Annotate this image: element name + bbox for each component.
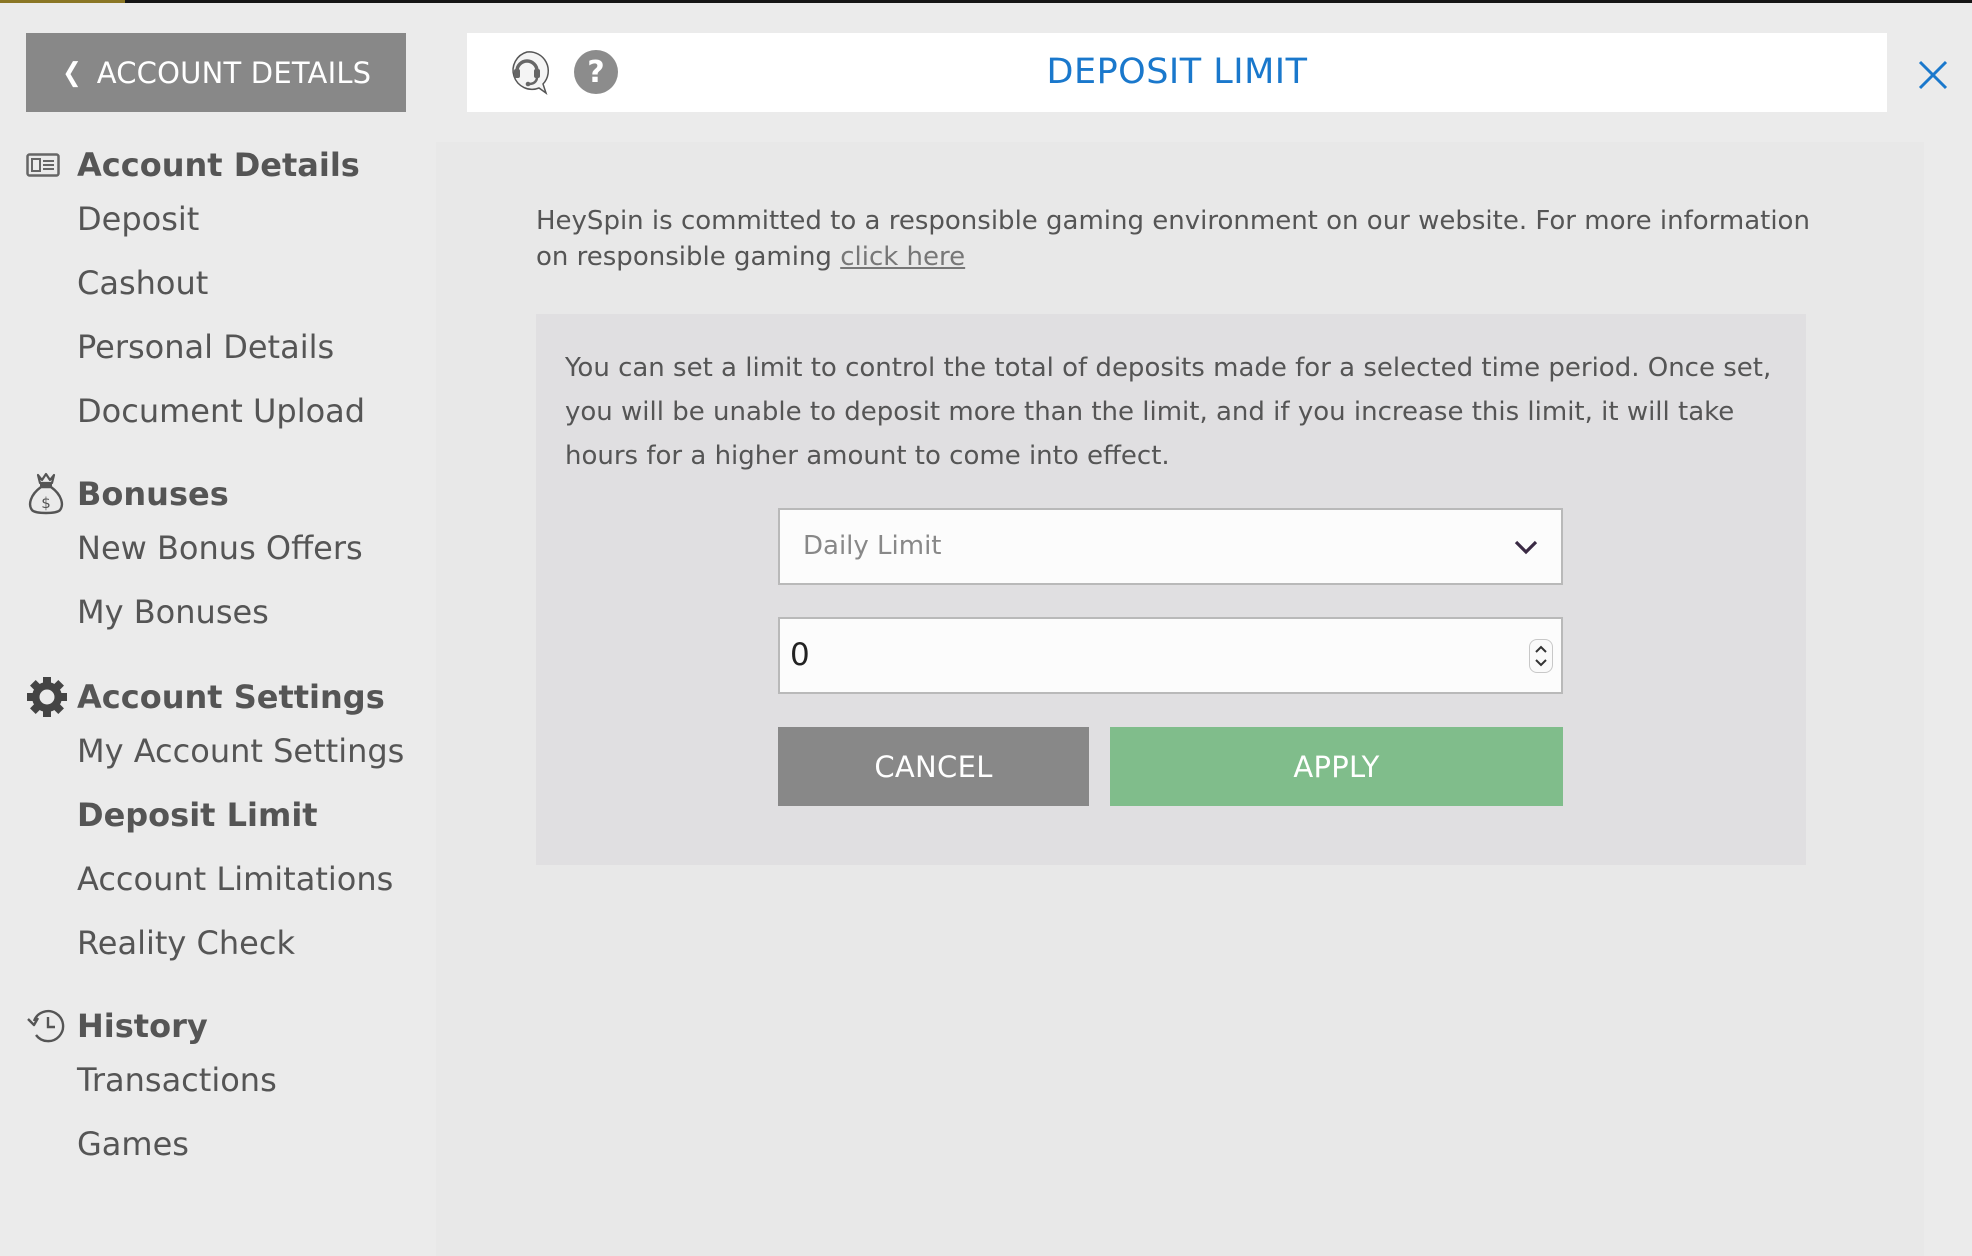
- click-here-link[interactable]: click here: [840, 242, 965, 272]
- support-headset-icon[interactable]: [505, 49, 551, 95]
- sidebar-heading: History: [77, 1007, 208, 1045]
- sidebar-item-cashout[interactable]: Cashout: [77, 260, 208, 306]
- close-icon[interactable]: [1912, 54, 1952, 94]
- sidebar-item-my-bonuses[interactable]: My Bonuses: [77, 589, 269, 635]
- sidebar-section-account-settings[interactable]: Account Settings: [26, 674, 385, 720]
- intro-text: HeySpin is committed to a responsible ga…: [536, 206, 1810, 272]
- svg-text:$: $: [41, 494, 51, 512]
- sidebar-item-deposit-limit[interactable]: Deposit Limit: [77, 792, 318, 838]
- money-bag-icon: $: [26, 471, 76, 517]
- limit-period-select[interactable]: Daily Limit: [778, 508, 1563, 585]
- back-to-account-details-button[interactable]: ❮ ACCOUNT DETAILS: [26, 33, 406, 112]
- sidebar-heading: Account Details: [77, 146, 360, 184]
- id-card-icon: [26, 142, 76, 188]
- page-title: DEPOSIT LIMIT: [1046, 52, 1308, 92]
- chevron-left-icon: ❮: [61, 57, 82, 88]
- chevron-down-icon: [1511, 532, 1541, 562]
- sidebar-item-personal-details[interactable]: Personal Details: [77, 324, 334, 370]
- responsible-gaming-intro: HeySpin is committed to a responsible ga…: [536, 203, 1816, 275]
- cancel-button[interactable]: CANCEL: [778, 727, 1089, 806]
- modal-header: DEPOSIT LIMIT ?: [467, 33, 1887, 112]
- limit-period-value: Daily Limit: [803, 531, 942, 561]
- limit-amount-value: 0: [790, 637, 810, 673]
- sidebar-section-account-details[interactable]: Account Details: [26, 142, 360, 188]
- sidebar-section-bonuses[interactable]: $ Bonuses: [26, 471, 229, 517]
- deposit-limit-description: You can set a limit to control the total…: [565, 353, 1772, 471]
- sidebar-item-deposit[interactable]: Deposit: [77, 196, 199, 242]
- sidebar-item-reality-check[interactable]: Reality Check: [77, 920, 295, 966]
- tab-accent: [0, 0, 125, 3]
- sidebar-item-document-upload[interactable]: Document Upload: [77, 388, 365, 434]
- back-button-label: ACCOUNT DETAILS: [96, 55, 372, 90]
- gear-icon: [26, 674, 76, 720]
- amount-stepper[interactable]: [1529, 639, 1553, 673]
- sidebar-item-games[interactable]: Games: [77, 1121, 189, 1167]
- sidebar-item-my-account-settings[interactable]: My Account Settings: [77, 728, 404, 774]
- sidebar-item-account-limitations[interactable]: Account Limitations: [77, 856, 393, 902]
- browser-top-strip: [0, 0, 1972, 3]
- history-clock-icon: [26, 1003, 76, 1049]
- sidebar-section-history[interactable]: History: [26, 1003, 208, 1049]
- sidebar-heading: Bonuses: [77, 475, 229, 513]
- sidebar-heading: Account Settings: [77, 678, 385, 716]
- sidebar-item-new-bonus-offers[interactable]: New Bonus Offers: [77, 525, 363, 571]
- limit-amount-input[interactable]: 0: [778, 617, 1563, 694]
- help-icon[interactable]: ?: [574, 50, 618, 94]
- apply-button[interactable]: APPLY: [1110, 727, 1563, 806]
- sidebar-item-transactions[interactable]: Transactions: [77, 1057, 277, 1103]
